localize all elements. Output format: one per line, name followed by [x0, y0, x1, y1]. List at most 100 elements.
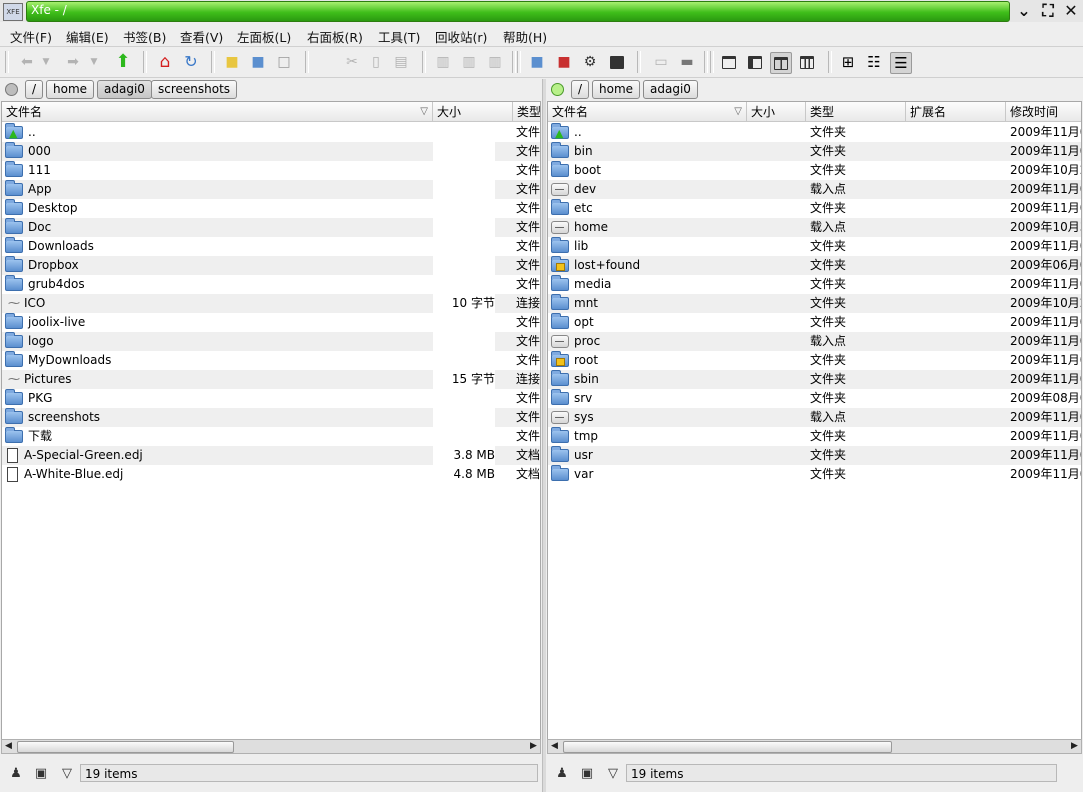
- file-row[interactable]: proc 载入点 2009年11月0: [548, 332, 1081, 351]
- trash-icon[interactable]: ▥: [433, 52, 453, 72]
- file-row[interactable]: Desktop 文件: [2, 199, 540, 218]
- file-row[interactable]: media 文件夹 2009年11月0: [548, 275, 1081, 294]
- scroll-right-arrow-icon[interactable]: ▶: [527, 740, 540, 753]
- file-row[interactable]: Doc 文件: [2, 218, 540, 237]
- new-symlink-icon[interactable]: □: [274, 52, 294, 72]
- file-row[interactable]: 111 文件: [2, 161, 540, 180]
- file-row[interactable]: .. 文件夹 2009年11月0: [548, 123, 1081, 142]
- file-row[interactable]: tmp 文件夹 2009年11月0: [548, 427, 1081, 446]
- column-header-extension[interactable]: 扩展名: [906, 102, 1006, 122]
- file-row[interactable]: boot 文件夹 2009年10月2: [548, 161, 1081, 180]
- right-horizontal-scrollbar[interactable]: ◀ ▶: [547, 739, 1082, 754]
- path-crumb-adagi0[interactable]: adagi0: [97, 80, 152, 99]
- column-header-type[interactable]: 类型: [513, 102, 540, 122]
- file-row[interactable]: 下载 文件: [2, 427, 540, 446]
- file-row[interactable]: PKG 文件: [2, 389, 540, 408]
- forward-icon[interactable]: ➡: [63, 52, 83, 72]
- minimize-icon[interactable]: ⌄: [1014, 2, 1034, 20]
- scrollbar-thumb[interactable]: [563, 741, 892, 753]
- path-crumb-home[interactable]: home: [592, 80, 641, 99]
- left-horizontal-scrollbar[interactable]: ◀ ▶: [1, 739, 541, 754]
- column-header-modified[interactable]: 修改时间: [1006, 102, 1081, 122]
- maximize-icon[interactable]: ⛶: [1038, 2, 1058, 20]
- file-row[interactable]: logo 文件: [2, 332, 540, 351]
- mount-icon[interactable]: ▭: [651, 52, 671, 72]
- big-icons-icon[interactable]: ⊞: [838, 52, 858, 72]
- file-row[interactable]: usr 文件夹 2009年11月0: [548, 446, 1081, 465]
- close-icon[interactable]: ✕: [1061, 2, 1081, 20]
- menu-help[interactable]: 帮助(H): [503, 27, 547, 46]
- scroll-right-arrow-icon[interactable]: ▶: [1068, 740, 1081, 753]
- file-row[interactable]: lib 文件夹 2009年11月0: [548, 237, 1081, 256]
- file-row[interactable]: MyDownloads 文件: [2, 351, 540, 370]
- root-mode-icon[interactable]: ♟: [8, 766, 24, 782]
- column-header-name[interactable]: 文件名 ▽: [2, 102, 433, 122]
- restore-icon[interactable]: ▥: [459, 52, 479, 72]
- menu-file[interactable]: 文件(F): [10, 27, 52, 46]
- tree-panel-icon[interactable]: [745, 52, 765, 72]
- home-icon[interactable]: ⌂: [155, 52, 175, 72]
- file-row[interactable]: .. 文件: [2, 123, 540, 142]
- column-header-name[interactable]: 文件名 ▽: [548, 102, 747, 122]
- path-crumb-screenshots[interactable]: screenshots: [151, 80, 238, 99]
- show-hidden-icon[interactable]: ▣: [33, 766, 49, 782]
- file-row[interactable]: joolix-live 文件: [2, 313, 540, 332]
- menu-trash[interactable]: 回收站(r): [435, 27, 487, 46]
- file-row[interactable]: var 文件夹 2009年11月0: [548, 465, 1081, 484]
- column-header-size[interactable]: 大小: [747, 102, 806, 122]
- copy-icon[interactable]: ▯: [366, 52, 386, 72]
- file-row[interactable]: opt 文件夹 2009年11月0: [548, 313, 1081, 332]
- filter-icon[interactable]: ▽: [605, 766, 621, 782]
- file-row[interactable]: home 载入点 2009年10月3: [548, 218, 1081, 237]
- menu-right-panel[interactable]: 右面板(R): [307, 27, 363, 46]
- paste-icon[interactable]: ▤: [391, 52, 411, 72]
- back-icon[interactable]: ⬅: [17, 52, 37, 72]
- file-row[interactable]: ⁓ Pictures 15 字节 连接: [2, 370, 540, 389]
- column-header-type[interactable]: 类型: [806, 102, 906, 122]
- new-root-window-icon[interactable]: ■: [554, 52, 574, 72]
- scrollbar-thumb[interactable]: [17, 741, 234, 753]
- new-window-icon[interactable]: ■: [527, 52, 547, 72]
- cut-icon[interactable]: ✂: [342, 52, 362, 72]
- path-crumb-home[interactable]: home: [46, 80, 95, 99]
- file-row[interactable]: bin 文件夹 2009年11月0: [548, 142, 1081, 161]
- file-row[interactable]: lost+found 文件夹 2009年06月0: [548, 256, 1081, 275]
- file-row[interactable]: grub4dos 文件: [2, 275, 540, 294]
- column-header-size[interactable]: 大小: [433, 102, 513, 122]
- file-row[interactable]: Dropbox 文件: [2, 256, 540, 275]
- scroll-left-arrow-icon[interactable]: ◀: [548, 740, 561, 753]
- tree-two-panels-icon[interactable]: [797, 52, 817, 72]
- back-history-icon[interactable]: ▼: [40, 52, 52, 72]
- small-icons-icon[interactable]: ☷: [864, 52, 884, 72]
- file-row[interactable]: A-White-Blue.edj 4.8 MB 文档: [2, 465, 540, 484]
- menu-tools[interactable]: 工具(T): [378, 27, 420, 46]
- new-file-icon[interactable]: ■: [222, 52, 242, 72]
- path-crumb-root[interactable]: /: [571, 80, 590, 99]
- execute-icon[interactable]: ⚙: [580, 52, 600, 72]
- terminal-icon[interactable]: [607, 52, 627, 72]
- go-up-icon[interactable]: ⬆: [113, 52, 133, 72]
- path-crumb-root[interactable]: /: [25, 80, 44, 99]
- refresh-icon[interactable]: ↻: [181, 52, 201, 72]
- detailed-view-icon[interactable]: ☰: [890, 52, 912, 74]
- delete-icon[interactable]: ▥: [485, 52, 505, 72]
- file-row[interactable]: 000 文件: [2, 142, 540, 161]
- menu-left-panel[interactable]: 左面板(L): [237, 27, 291, 46]
- root-mode-icon[interactable]: ♟: [554, 766, 570, 782]
- menu-bookmarks[interactable]: 书签(B): [123, 27, 166, 46]
- file-row[interactable]: App 文件: [2, 180, 540, 199]
- show-hidden-icon[interactable]: ▣: [579, 766, 595, 782]
- unmount-icon[interactable]: ▬: [677, 52, 697, 72]
- file-row[interactable]: sys 载入点 2009年11月0: [548, 408, 1081, 427]
- one-panel-icon[interactable]: [719, 52, 739, 72]
- two-panels-icon[interactable]: [770, 52, 792, 74]
- file-row[interactable]: A-Special-Green.edj 3.8 MB 文档: [2, 446, 540, 465]
- forward-history-icon[interactable]: ▼: [88, 52, 100, 72]
- filter-icon[interactable]: ▽: [59, 766, 75, 782]
- new-folder-icon[interactable]: ■: [248, 52, 268, 72]
- scroll-left-arrow-icon[interactable]: ◀: [2, 740, 15, 753]
- file-row[interactable]: srv 文件夹 2009年08月0: [548, 389, 1081, 408]
- file-row[interactable]: sbin 文件夹 2009年11月0: [548, 370, 1081, 389]
- file-row[interactable]: screenshots 文件: [2, 408, 540, 427]
- path-crumb-adagi0[interactable]: adagi0: [643, 80, 698, 99]
